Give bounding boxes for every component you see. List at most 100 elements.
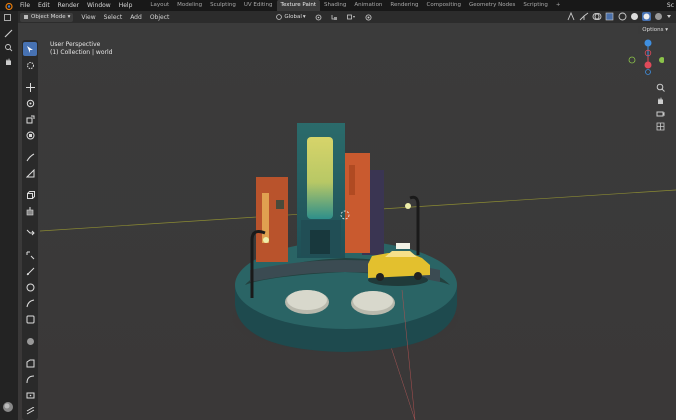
- top-bar: File Edit Render Window Help Layout Mode…: [0, 0, 676, 11]
- extrude-icon[interactable]: [23, 204, 37, 218]
- scene-label[interactable]: Sc: [667, 0, 674, 11]
- camera-icon[interactable]: [655, 108, 665, 118]
- menu-file[interactable]: File: [16, 0, 34, 11]
- menu-add[interactable]: Add: [126, 14, 146, 21]
- scale-icon[interactable]: [23, 112, 37, 126]
- shear-icon[interactable]: [23, 388, 37, 402]
- inset-icon[interactable]: [23, 226, 37, 240]
- pivot-button[interactable]: [312, 13, 325, 22]
- options-dropdown[interactable]: Options ▾: [638, 26, 672, 34]
- viewport-header: Object Mode ▾ View Select Add Object Glo…: [0, 11, 676, 23]
- object-mode-icon: [24, 15, 28, 19]
- material-shading-icon[interactable]: [642, 12, 651, 21]
- annotate-icon[interactable]: [23, 150, 37, 164]
- zoom-icon[interactable]: [2, 41, 14, 53]
- blender-logo-icon[interactable]: [3, 2, 13, 10]
- edge-slide-icon[interactable]: [23, 356, 37, 370]
- knife-icon[interactable]: [23, 280, 37, 294]
- orientation-select[interactable]: Global ▾: [273, 13, 308, 22]
- toolbar: [22, 40, 38, 420]
- menu-select[interactable]: Select: [100, 14, 127, 21]
- proportional-edit-button[interactable]: [362, 13, 375, 22]
- editor-type-icon[interactable]: [2, 12, 14, 24]
- xray-toggle-icon[interactable]: [605, 12, 615, 21]
- menu-help[interactable]: Help: [115, 0, 137, 11]
- chevron-down-icon: ▾: [665, 27, 668, 33]
- side-editor-strip: [0, 11, 18, 420]
- move-icon[interactable]: [23, 80, 37, 94]
- snap-icon: [331, 14, 337, 20]
- neg-y-axis-icon[interactable]: [628, 56, 636, 64]
- header-menu: View Select Add Object: [77, 14, 173, 21]
- pan-hand-icon[interactable]: [2, 55, 14, 67]
- tab-scripting[interactable]: Scripting: [519, 0, 551, 11]
- visibility-filter-icon[interactable]: [566, 12, 576, 21]
- tab-sculpting[interactable]: Sculpting: [206, 0, 240, 11]
- grid-icon[interactable]: [655, 121, 665, 131]
- rip-icon[interactable]: [23, 404, 37, 418]
- mode-select[interactable]: Object Mode ▾: [20, 12, 74, 22]
- transform-icon[interactable]: [23, 128, 37, 142]
- overlay-toggle-icon[interactable]: [592, 12, 602, 21]
- tab-texture-paint[interactable]: Texture Paint: [276, 0, 321, 11]
- menu-object[interactable]: Object: [146, 14, 174, 21]
- viewport-scene: [18, 23, 676, 420]
- tab-geometry-nodes[interactable]: Geometry Nodes: [465, 0, 519, 11]
- tab-shading[interactable]: Shading: [320, 0, 350, 11]
- gizmo-toggle-icon[interactable]: [579, 12, 589, 21]
- tab-rendering[interactable]: Rendering: [386, 0, 422, 11]
- proportional-edit-icon: [365, 14, 372, 20]
- building-orange-right: [344, 153, 370, 253]
- spin-icon[interactable]: [23, 312, 37, 326]
- tab-uv-editing[interactable]: UV Editing: [240, 0, 277, 11]
- x-axis-icon[interactable]: [644, 61, 652, 69]
- smooth-icon[interactable]: [23, 334, 37, 348]
- navigation-gizmo[interactable]: [624, 35, 664, 77]
- chevron-down-icon: ▾: [302, 14, 306, 20]
- menu-view[interactable]: View: [77, 14, 99, 21]
- z-axis-icon[interactable]: [644, 39, 652, 47]
- loop-cut-icon[interactable]: [23, 264, 37, 278]
- pan-hand-icon[interactable]: [655, 95, 665, 105]
- y-axis-icon[interactable]: [659, 57, 664, 63]
- poly-build-icon[interactable]: [23, 296, 37, 310]
- wireframe-shading-icon[interactable]: [618, 12, 627, 21]
- measure-icon[interactable]: [23, 166, 37, 180]
- tower-door: [310, 230, 330, 254]
- tower-glass: [307, 137, 333, 219]
- snap-target-button[interactable]: [344, 13, 359, 22]
- solid-shading-icon[interactable]: [630, 12, 639, 21]
- menu-window[interactable]: Window: [83, 0, 115, 11]
- building-orange-left: [256, 177, 288, 262]
- paint-brush-icon[interactable]: [2, 27, 14, 39]
- viewport-info: User Perspective (1) Collection | world: [50, 41, 112, 57]
- zoom-icon[interactable]: [655, 82, 665, 92]
- brush-preview-icon[interactable]: [2, 401, 14, 413]
- taxi-sign: [396, 243, 410, 249]
- rendered-shading-icon[interactable]: [654, 12, 663, 21]
- add-cube-icon[interactable]: [23, 188, 37, 202]
- tab-compositing[interactable]: Compositing: [423, 0, 465, 11]
- view-navigation: [655, 82, 667, 134]
- menu-edit[interactable]: Edit: [34, 0, 54, 11]
- tab-modeling[interactable]: Modeling: [173, 0, 206, 11]
- snap-button[interactable]: [328, 13, 341, 22]
- header-right-tools: [566, 12, 672, 21]
- collection-label: (1) Collection | world: [50, 49, 113, 56]
- neg-z-axis-icon[interactable]: [645, 69, 651, 75]
- select-box-icon[interactable]: [23, 42, 37, 56]
- rotate-icon[interactable]: [23, 96, 37, 110]
- shading-options-icon[interactable]: [666, 12, 672, 21]
- cursor-icon[interactable]: [23, 58, 37, 72]
- bevel-icon[interactable]: [23, 248, 37, 262]
- shrink-icon[interactable]: [23, 372, 37, 386]
- menu-render[interactable]: Render: [54, 0, 83, 11]
- chevron-down-icon: ▾: [67, 14, 71, 20]
- add-workspace-button[interactable]: +: [552, 0, 565, 11]
- tab-layout[interactable]: Layout: [146, 0, 173, 11]
- tab-animation[interactable]: Animation: [350, 0, 386, 11]
- window-strip: [349, 165, 355, 195]
- options-label: Options: [642, 27, 664, 33]
- snap-target-icon: [346, 14, 355, 19]
- 3d-viewport[interactable]: [18, 23, 676, 420]
